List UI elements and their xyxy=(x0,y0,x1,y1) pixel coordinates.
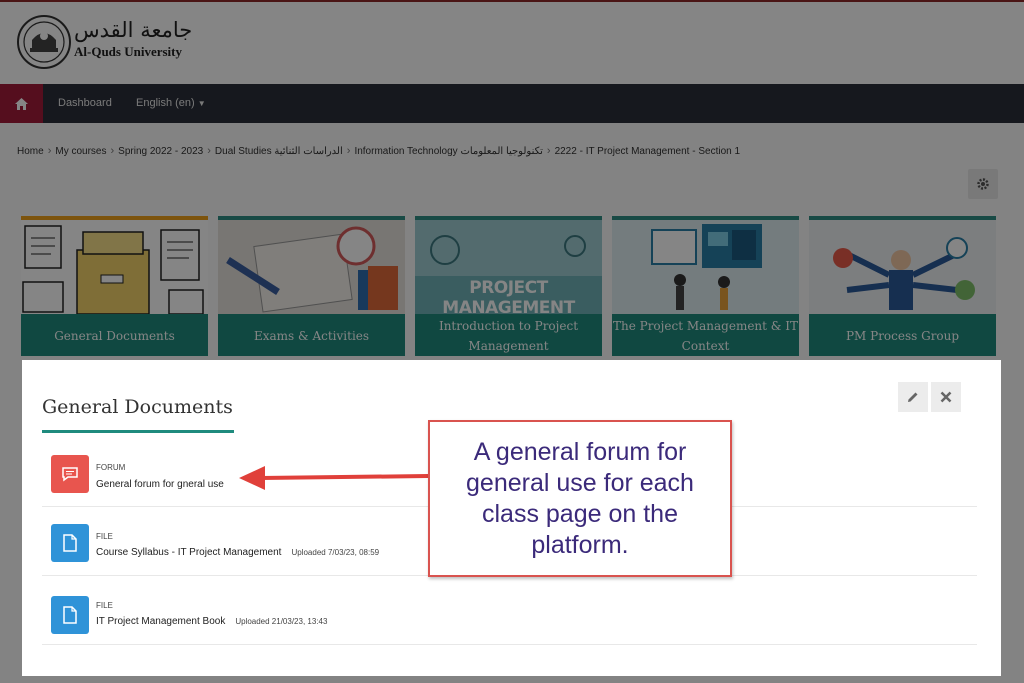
title-underline xyxy=(42,430,234,433)
close-button[interactable] xyxy=(931,382,961,412)
edit-button[interactable] xyxy=(898,382,928,412)
file-icon xyxy=(51,524,89,562)
callout-text: A general forum for general use for each… xyxy=(466,437,694,559)
annotation-arrow-icon xyxy=(239,466,429,490)
modal-backdrop-bottom[interactable] xyxy=(22,676,1001,683)
modal-backdrop-left[interactable] xyxy=(0,360,22,683)
upload-date: Uploaded 21/03/23, 13:43 xyxy=(235,617,328,626)
activity-link[interactable]: General forum for gneral use xyxy=(96,479,224,490)
forum-icon xyxy=(51,455,89,493)
activity-type: FILE xyxy=(96,601,113,610)
activity-link[interactable]: IT Project Management Book xyxy=(96,616,225,627)
modal-backdrop[interactable] xyxy=(0,0,1024,360)
file-icon xyxy=(51,596,89,634)
activity-row-text: Course Syllabus - IT Project Management U… xyxy=(96,547,379,558)
modal-title: General Documents xyxy=(42,396,233,418)
activity-row-text: IT Project Management Book Uploaded 21/03… xyxy=(96,616,327,627)
activity-link[interactable]: Course Syllabus - IT Project Management xyxy=(96,547,281,558)
activity-type: FILE xyxy=(96,532,113,541)
activity-file-book[interactable]: FILE IT Project Management Book Uploaded … xyxy=(42,576,977,645)
annotation-callout: A general forum for general use for each… xyxy=(428,420,732,577)
modal-backdrop-right[interactable] xyxy=(1001,360,1024,683)
activity-type: FORUM xyxy=(96,463,126,472)
close-icon xyxy=(940,391,952,403)
pencil-icon xyxy=(908,392,918,402)
upload-date: Uploaded 7/03/23, 08:59 xyxy=(291,548,380,557)
